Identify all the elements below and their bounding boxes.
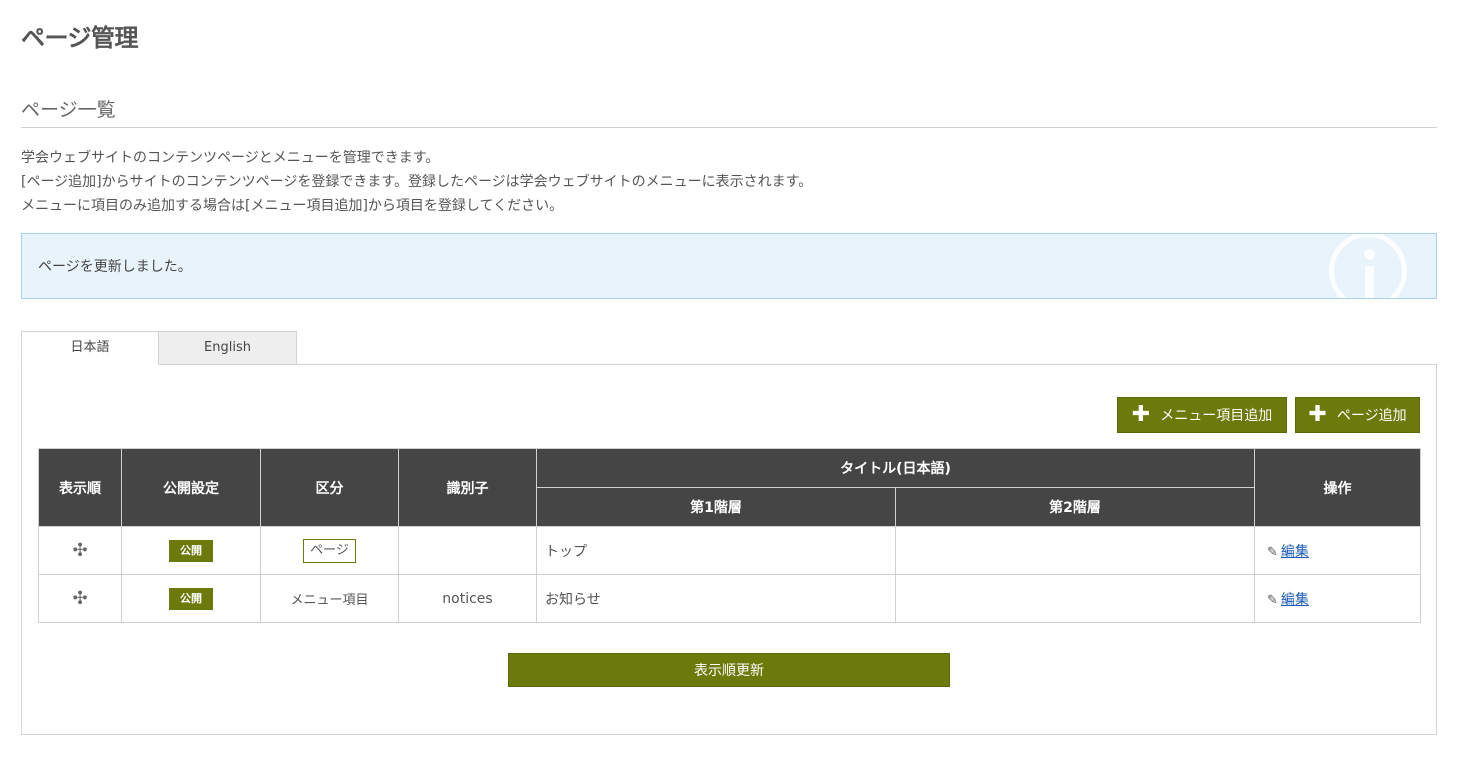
pencil-icon: ✎ [1267,592,1278,608]
type-badge: ページ [303,538,356,563]
page-root: ページ管理 ページ一覧 学会ウェブサイトのコンテンツページとメニューを管理できま… [0,0,1457,763]
description-line: [ページ追加]からサイトのコンテンツページを登録できます。登録したページは学会ウ… [21,174,813,190]
level1-cell: お知らせ [536,574,896,623]
edit-link[interactable]: 編集 [1281,544,1309,560]
edit-link[interactable]: 編集 [1281,592,1309,608]
level2-cell [894,526,1256,575]
page-title: ページ管理 [21,24,139,52]
status-badge: 公開 [169,539,213,562]
add-menu-item-label: メニュー項目追加 [1160,408,1273,424]
description-line: メニューに項目のみ追加する場合は[メニュー項目追加]から項目を登録してください。 [21,198,564,214]
plus-icon: ✚ [1308,402,1327,427]
drag-handle-icon[interactable]: ✣ [72,540,87,561]
identifier-cell [398,526,537,575]
description-line: 学会ウェブサイトのコンテンツページとメニューを管理できます。 [21,150,440,166]
add-page-label: ページ追加 [1336,408,1407,424]
level2-cell [894,574,1256,623]
success-alert: ページを更新しました。 [21,233,1437,299]
section-title: ページ一覧 [21,95,1437,128]
level1-cell: トップ [536,526,896,575]
alert-message: ページを更新しました。 [38,259,192,275]
description: 学会ウェブサイトのコンテンツページとメニューを管理できます。 [ページ追加]から… [21,146,812,218]
type-label: メニュー項目 [290,593,369,608]
tab-japanese[interactable]: 日本語 [21,331,159,365]
identifier-cell: notices [398,574,537,623]
page-list-table: 表示順 公開設定 区分 識別子 タイトル(日本語) 操作 第1階層 第2階層 ✣… [38,448,1422,623]
pencil-icon: ✎ [1267,544,1278,560]
table-row: ✣ 公開 メニュー項目 notices お知らせ ✎ 編集 [38,574,1422,623]
add-page-button[interactable]: ✚ ページ追加 [1295,397,1420,433]
drag-handle-icon[interactable]: ✣ [72,588,87,609]
header-type: 区分 [260,448,399,527]
add-menu-item-button[interactable]: ✚ メニュー項目追加 [1117,397,1287,433]
header-level2: 第2階層 [894,487,1256,527]
header-identifier: 識別子 [398,448,537,527]
header-actions: 操作 [1254,448,1422,527]
table-row: ✣ 公開 ページ トップ ✎ 編集 [38,526,1422,575]
status-badge: 公開 [169,587,213,610]
header-publish: 公開設定 [121,448,261,527]
update-order-button[interactable]: 表示順更新 [508,653,950,687]
header-order: 表示順 [38,448,122,527]
tab-english[interactable]: English [159,331,297,365]
info-icon [1329,234,1407,298]
header-level1: 第1階層 [536,487,896,527]
header-title-group: タイトル(日本語) [535,448,1256,488]
plus-icon: ✚ [1131,402,1151,427]
